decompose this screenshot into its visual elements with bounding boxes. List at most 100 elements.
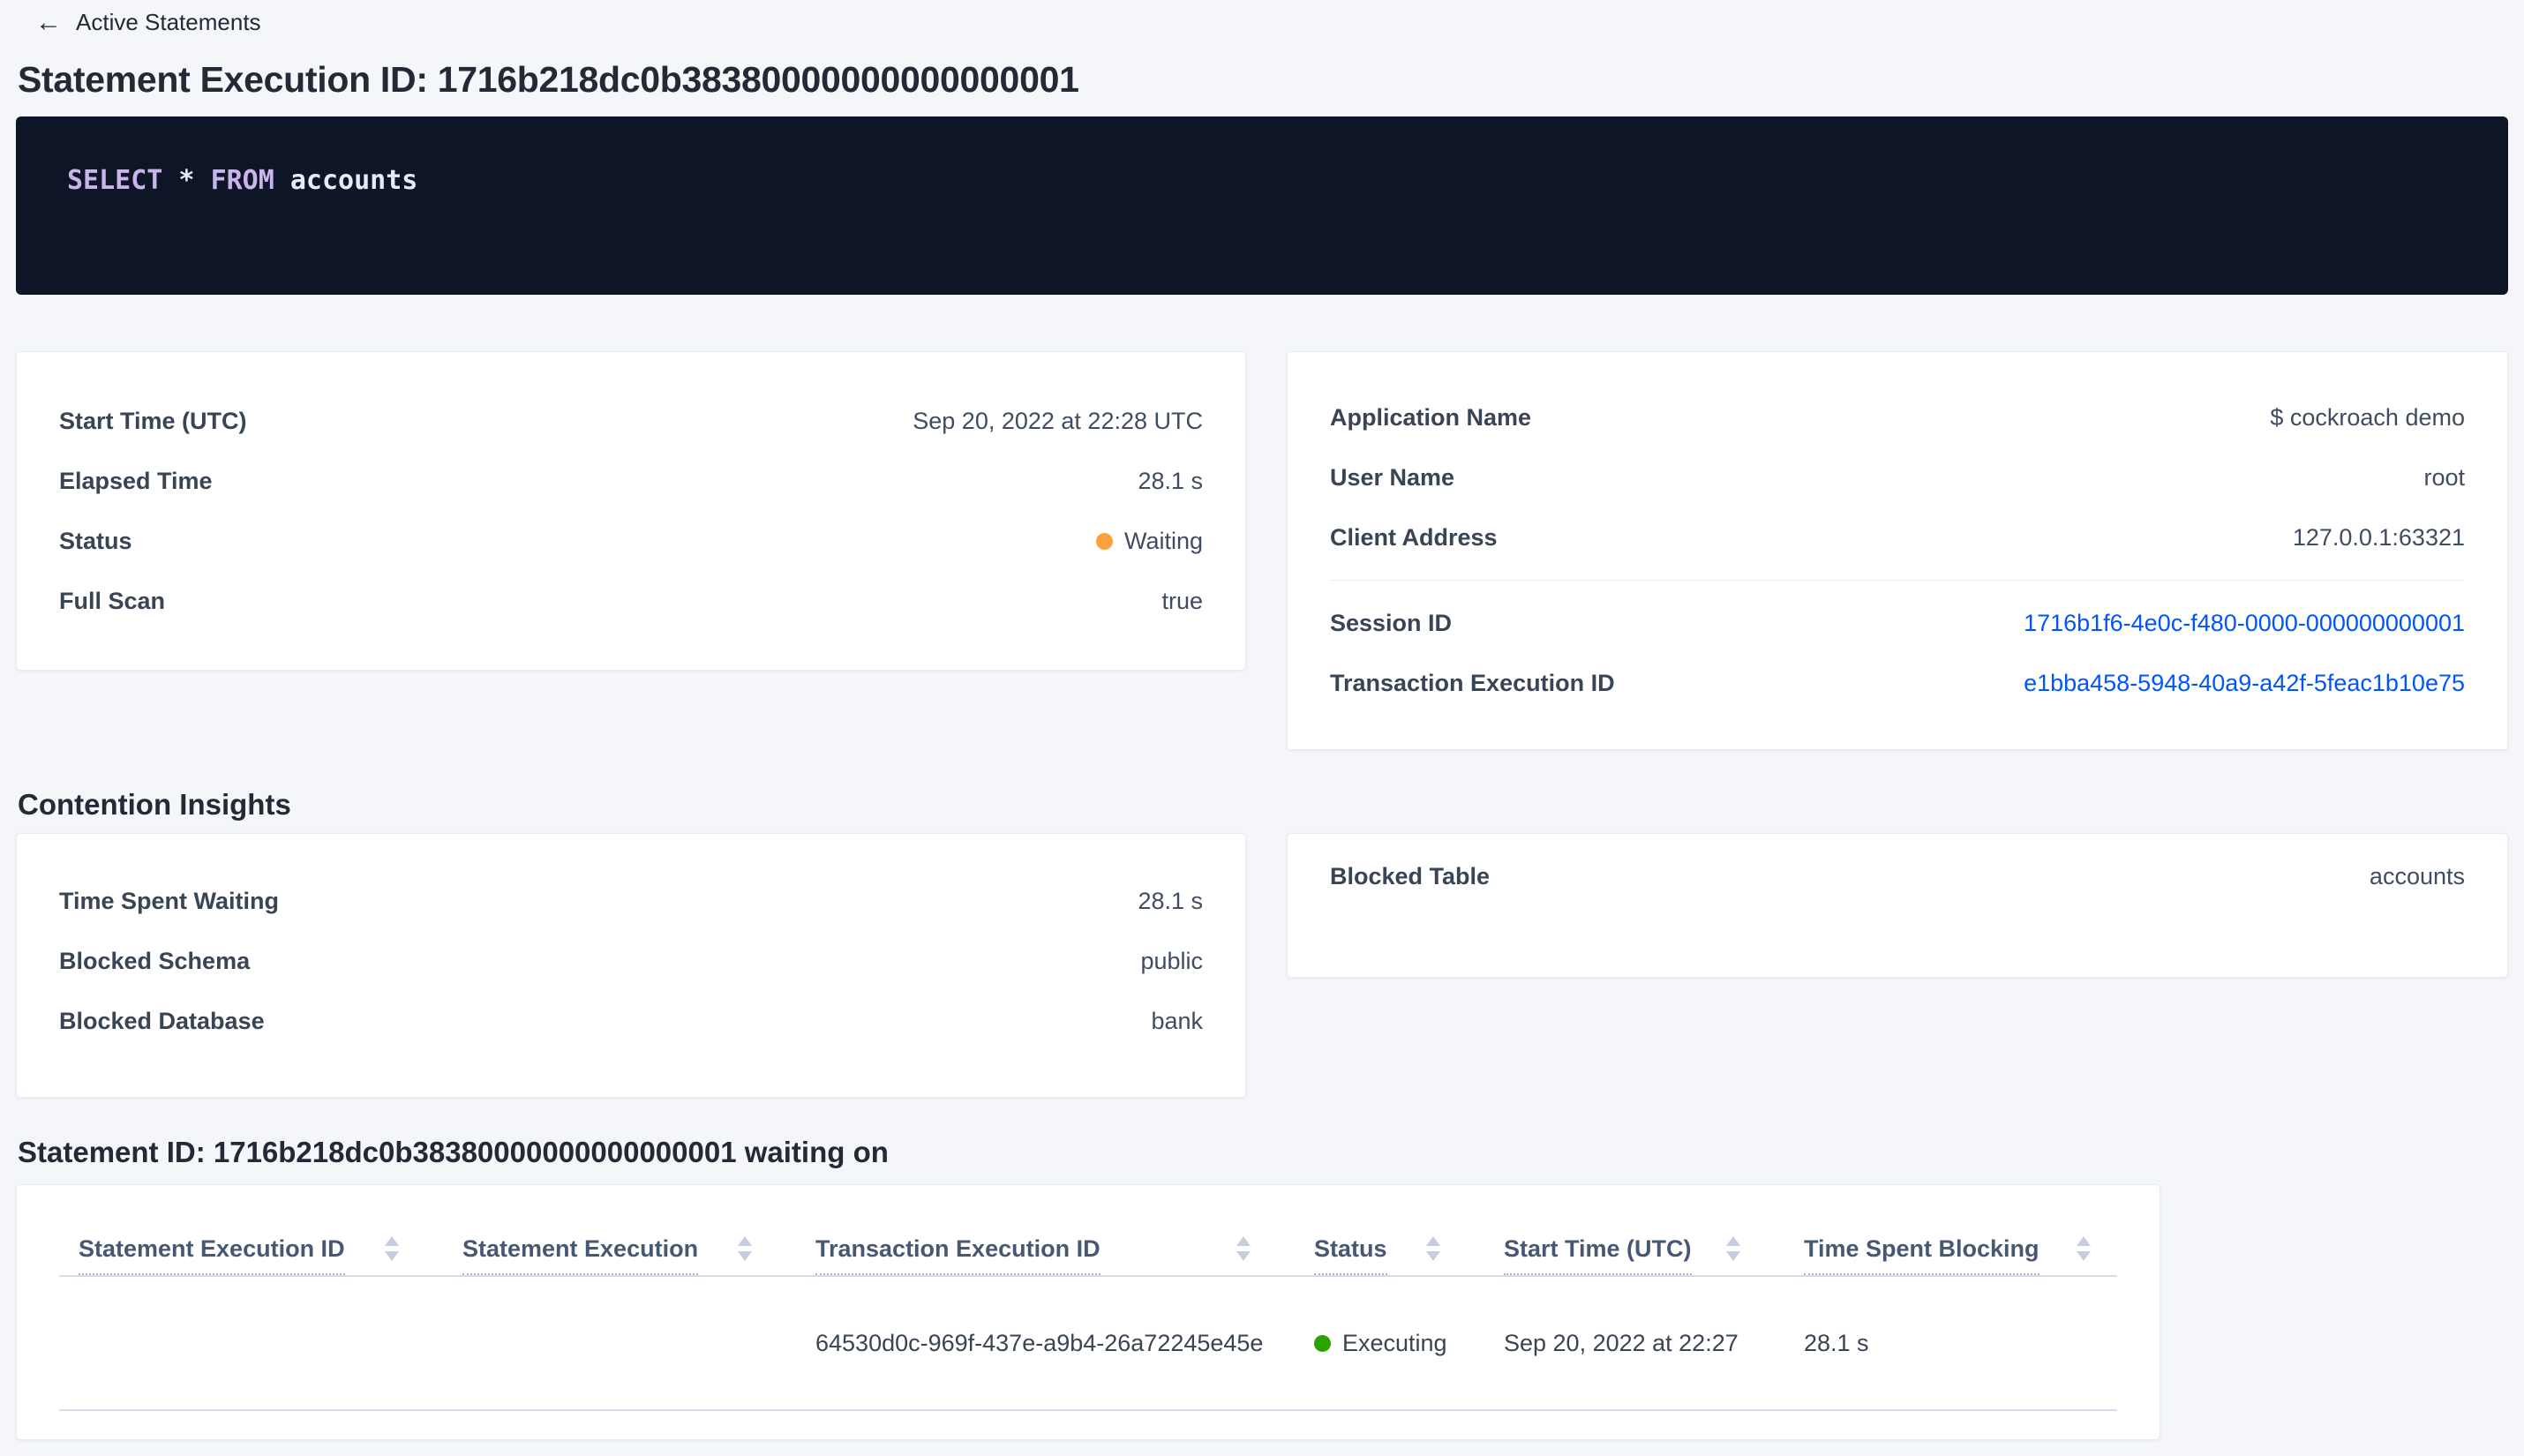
session-id-row: Session ID 1716b1f6-4e0c-f480-0000-00000… — [1330, 593, 2465, 653]
cell-transaction-execution-id: 64530d0c-969f-437e-a9b4-26a72245e45e — [815, 1329, 1264, 1356]
column-header-statement-execution-id-label: Statement Execution ID — [79, 1235, 345, 1275]
column-header-start-time-label: Start Time (UTC) — [1504, 1235, 1692, 1275]
executing-status: Executing — [1314, 1330, 1484, 1357]
sort-carets-icon[interactable] — [2077, 1236, 2091, 1261]
blocked-table-row: Blocked Table accounts — [1330, 846, 2465, 906]
status-value: Waiting — [1095, 527, 1203, 555]
status-row: Status Waiting — [59, 511, 1203, 571]
client-address-value: 127.0.0.1:63321 — [2292, 523, 2465, 551]
session-id-link[interactable]: 1716b1f6-4e0c-f480-0000-000000000001 — [2024, 610, 2465, 637]
transaction-execution-id-row: Transaction Execution ID e1bba458-5948-4… — [1330, 653, 2465, 713]
sql-table-name: accounts — [274, 165, 418, 196]
sort-caret-down-icon — [385, 1251, 399, 1261]
statement-execution-page: ← Active Statements Statement Execution … — [0, 0, 2524, 1456]
column-header-transaction-execution-id-label: Transaction Execution ID — [815, 1235, 1100, 1275]
blocked-database-label: Blocked Database — [59, 1007, 265, 1034]
time-spent-waiting-value: 28.1 s — [1138, 887, 1203, 914]
sort-carets-icon[interactable] — [1726, 1236, 1740, 1261]
blocked-database-row: Blocked Database bank — [59, 991, 1203, 1051]
time-spent-waiting-label: Time Spent Waiting — [59, 887, 280, 914]
sort-caret-down-icon — [2077, 1251, 2091, 1261]
start-time-value: Sep 20, 2022 at 22:28 UTC — [913, 407, 1203, 434]
status-label: Status — [59, 527, 132, 554]
start-time-label: Start Time (UTC) — [59, 407, 247, 434]
full-scan-label: Full Scan — [59, 587, 166, 614]
blocked-table-value: accounts — [2369, 862, 2465, 889]
column-header-statement-execution[interactable]: Statement Execution — [443, 1235, 796, 1275]
sql-star-operator: * — [162, 165, 211, 196]
application-name-value: $ cockroach demo — [2270, 403, 2465, 431]
back-link-label: Active Statements — [76, 9, 261, 35]
page-title: Statement Execution ID: 1716b218dc0b3838… — [18, 59, 1079, 100]
full-scan-row: Full Scan true — [59, 571, 1203, 631]
cell-time-spent-blocking: 28.1 s — [1804, 1329, 1869, 1356]
transaction-execution-id-label: Transaction Execution ID — [1330, 669, 1615, 696]
sql-keyword-select: SELECT — [67, 165, 163, 196]
sql-statement-box: SELECT * FROM accounts — [16, 116, 2508, 295]
elapsed-time-row: Elapsed Time 28.1 s — [59, 451, 1203, 511]
column-header-status[interactable]: Status — [1295, 1235, 1484, 1275]
waiting-status-dot-icon — [1095, 532, 1113, 550]
time-spent-waiting-row: Time Spent Waiting 28.1 s — [59, 871, 1203, 931]
column-header-statement-execution-id[interactable]: Statement Execution ID — [59, 1235, 443, 1275]
elapsed-time-value: 28.1 s — [1138, 467, 1203, 494]
blocked-schema-value: public — [1140, 947, 1203, 974]
contention-cards-row: Time Spent Waiting 28.1 s Blocked Schema… — [16, 833, 2508, 1098]
sort-caret-down-icon — [1236, 1251, 1251, 1261]
sort-caret-up-icon — [738, 1236, 752, 1246]
session-card-divider — [1330, 580, 2465, 581]
sort-carets-icon[interactable] — [1426, 1236, 1440, 1261]
executing-status-dot-icon — [1314, 1334, 1331, 1352]
column-header-status-label: Status — [1314, 1235, 1387, 1275]
session-id-label: Session ID — [1330, 609, 1453, 636]
blocked-table-label: Blocked Table — [1330, 862, 1491, 889]
sort-caret-up-icon — [1726, 1236, 1740, 1246]
summary-cards-row: Start Time (UTC) Sep 20, 2022 at 22:28 U… — [16, 351, 2508, 750]
sql-keyword-from: FROM — [210, 165, 274, 196]
column-header-time-spent-blocking-label: Time Spent Blocking — [1804, 1235, 2039, 1275]
column-header-start-time[interactable]: Start Time (UTC) — [1484, 1235, 1784, 1275]
start-time-row: Start Time (UTC) Sep 20, 2022 at 22:28 U… — [59, 391, 1203, 451]
blocked-database-value: bank — [1151, 1007, 1203, 1034]
client-address-row: Client Address 127.0.0.1:63321 — [1330, 507, 2465, 567]
overview-card: Start Time (UTC) Sep 20, 2022 at 22:28 U… — [16, 351, 1246, 671]
back-arrow-icon: ← — [35, 7, 62, 37]
sort-caret-up-icon — [1236, 1236, 1251, 1246]
full-scan-value: true — [1161, 587, 1203, 614]
session-card: Application Name $ cockroach demo User N… — [1287, 351, 2508, 750]
sort-caret-up-icon — [2077, 1236, 2091, 1246]
sort-caret-down-icon — [738, 1251, 752, 1261]
column-header-time-spent-blocking[interactable]: Time Spent Blocking — [1784, 1235, 2117, 1275]
waiting-on-heading: Statement ID: 1716b218dc0b38380000000000… — [18, 1136, 889, 1168]
executing-status-text: Executing — [1342, 1329, 1447, 1356]
contention-card: Time Spent Waiting 28.1 s Blocked Schema… — [16, 833, 1246, 1098]
sort-caret-down-icon — [1426, 1251, 1440, 1261]
back-link[interactable]: ← Active Statements — [0, 0, 261, 36]
cell-status: Executing — [1295, 1330, 1484, 1357]
sort-carets-icon[interactable] — [1236, 1236, 1251, 1261]
application-name-label: Application Name — [1330, 403, 1532, 431]
waiting-on-table-header: Statement Execution ID Statement Executi… — [59, 1185, 2117, 1277]
client-address-label: Client Address — [1330, 523, 1498, 551]
contention-insights-heading: Contention Insights — [18, 788, 291, 821]
sort-carets-icon[interactable] — [738, 1236, 752, 1261]
blocked-schema-row: Blocked Schema public — [59, 931, 1203, 991]
sort-caret-up-icon — [1426, 1236, 1440, 1246]
table-row: 64530d0c-969f-437e-a9b4-26a72245e45e Exe… — [59, 1277, 2117, 1411]
application-name-row: Application Name $ cockroach demo — [1330, 387, 2465, 447]
transaction-execution-id-link[interactable]: e1bba458-5948-40a9-a42f-5feac1b10e75 — [2024, 670, 2465, 697]
sort-carets-icon[interactable] — [385, 1236, 399, 1261]
status-value-text: Waiting — [1123, 527, 1203, 554]
user-name-value: root — [2423, 463, 2465, 491]
column-header-transaction-execution-id[interactable]: Transaction Execution ID — [796, 1235, 1295, 1275]
waiting-on-table: Statement Execution ID Statement Executi… — [16, 1184, 2160, 1440]
user-name-label: User Name — [1330, 463, 1455, 491]
sort-caret-down-icon — [1726, 1251, 1740, 1261]
blocked-table-card: Blocked Table accounts — [1287, 833, 2508, 978]
sort-caret-up-icon — [385, 1236, 399, 1246]
cell-start-time: Sep 20, 2022 at 22:27 — [1504, 1329, 1739, 1356]
blocked-schema-label: Blocked Schema — [59, 947, 251, 974]
column-header-statement-execution-label: Statement Execution — [462, 1235, 699, 1275]
elapsed-time-label: Elapsed Time — [59, 467, 213, 494]
user-name-row: User Name root — [1330, 447, 2465, 507]
